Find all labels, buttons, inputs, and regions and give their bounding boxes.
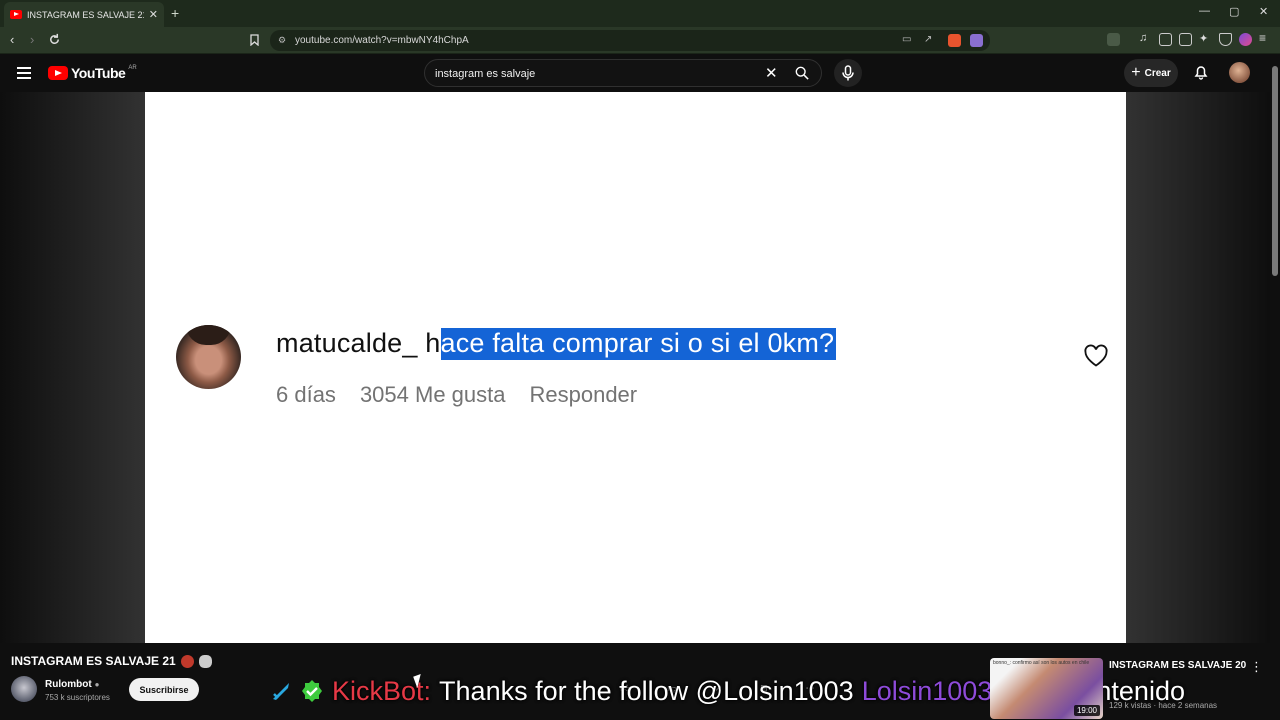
vpn-shield-icon[interactable] (1219, 33, 1232, 46)
address-bar-row: ‹ › ⚙ youtube.com/watch?v=mbwNY4hChpA ▭ … (0, 27, 1280, 54)
reading-list-icon[interactable] (1159, 33, 1172, 46)
menu-icon[interactable]: ≡ (1259, 31, 1272, 45)
bookmark-icon[interactable] (250, 34, 259, 46)
video-frame[interactable]: matucalde_ hace falta comprar si o si el… (145, 92, 1126, 643)
wallet-icon[interactable] (1179, 33, 1192, 46)
comment-meta: 6 días 3054 Me gusta Responder (276, 382, 637, 408)
page-scrollbar[interactable] (1270, 54, 1280, 720)
angry-face-emoji-icon (180, 654, 194, 668)
sidebar-toggle-icon[interactable] (1107, 33, 1120, 46)
youtube-favicon-icon (10, 10, 22, 19)
brave-rewards-icon[interactable] (970, 34, 983, 47)
verified-check-badge-icon (302, 680, 322, 702)
browser-tabstrip: INSTAGRAM ES SALVAJE 21 ✕ + — ▢ ✕ (0, 0, 1280, 27)
thumbnail-caption: bonno_: confirmo así son los autos en ch… (993, 660, 1090, 666)
channel-name[interactable]: Rulombot (45, 679, 92, 690)
search-box[interactable]: instagram es salvaje ✕ (424, 59, 822, 87)
plus-icon: + (1131, 64, 1141, 81)
channel-avatar[interactable] (11, 676, 37, 702)
cast-icon[interactable]: ▭ (902, 34, 911, 45)
video-duration: 19:00 (1073, 705, 1100, 716)
share-icon[interactable]: ↗ (924, 34, 932, 45)
voice-search-button[interactable] (834, 59, 862, 87)
minimize-button[interactable]: — (1199, 5, 1210, 17)
cloud-emoji-icon (198, 654, 212, 668)
back-icon[interactable]: ‹ (10, 32, 14, 47)
guide-menu-icon[interactable] (17, 67, 31, 79)
commenter-avatar (176, 325, 241, 389)
youtube-header: YouTube AR instagram es salvaje ✕ + Crea… (0, 54, 1280, 92)
browser-tab[interactable]: INSTAGRAM ES SALVAJE 21 ✕ (4, 2, 164, 27)
comment-text-unselected: h (425, 328, 441, 358)
youtube-play-icon (48, 66, 68, 80)
maximize-button[interactable]: ▢ (1229, 5, 1239, 18)
leo-ai-icon[interactable]: ✦ (1199, 32, 1212, 45)
recommended-thumbnail[interactable]: bonno_: confirmo así son los autos en ch… (990, 658, 1103, 719)
brave-shields-icon[interactable] (948, 34, 961, 47)
recommended-title[interactable]: INSTAGRAM ES SALVAJE 20 (1109, 660, 1246, 671)
video-title: INSTAGRAM ES SALVAJE 21 (11, 654, 176, 668)
new-tab-button[interactable]: + (171, 5, 179, 21)
follow-message: Thanks for the follow @Lolsin1003 (439, 675, 854, 706)
chat-username: Lolsin1003 (861, 675, 993, 706)
heart-icon (1084, 344, 1108, 367)
create-button[interactable]: + Crear (1124, 59, 1178, 87)
region-code: AR (128, 65, 137, 71)
forward-icon[interactable]: › (30, 32, 34, 47)
search-icon[interactable] (795, 66, 809, 80)
reload-icon[interactable] (48, 33, 61, 46)
youtube-logo[interactable]: YouTube AR (48, 65, 137, 81)
comment-text-selected: ace falta comprar si o si el 0km? (440, 328, 837, 360)
microphone-icon (842, 65, 854, 81)
scrollbar-thumb[interactable] (1272, 66, 1278, 276)
create-label: Crear (1144, 67, 1171, 79)
recommended-meta: 129 k vistas · hace 2 semanas (1109, 701, 1218, 710)
comment-line: matucalde_ hace falta comprar si o si el… (276, 328, 837, 360)
subscribe-button[interactable]: Suscribirse (129, 678, 199, 701)
account-avatar[interactable] (1229, 62, 1250, 83)
tab-title: INSTAGRAM ES SALVAJE 21 (27, 9, 144, 20)
site-settings-icon[interactable]: ⚙ (278, 35, 286, 46)
url-field[interactable]: ⚙ youtube.com/watch?v=mbwNY4hChpA ▭ ↗ (270, 30, 990, 51)
comment-time: 6 días (276, 382, 336, 407)
url-text: youtube.com/watch?v=mbwNY4hChpA (295, 35, 469, 46)
close-window-button[interactable]: ✕ (1259, 5, 1268, 18)
music-icon[interactable]: ♫ (1139, 32, 1152, 45)
channel-name-row[interactable]: Rulombot ● (45, 679, 100, 690)
logo-wordmark: YouTube (71, 65, 126, 81)
video-title-row: INSTAGRAM ES SALVAJE 21 (11, 654, 212, 668)
notifications-bell-icon[interactable] (1193, 64, 1209, 80)
comment-reply: Responder (529, 382, 638, 407)
more-options-icon[interactable]: ⋮ (1250, 659, 1263, 675)
video-info-bar: INSTAGRAM ES SALVAJE 21 Rulombot ● 753 k… (0, 643, 1270, 720)
search-input[interactable]: instagram es salvaje (435, 68, 535, 80)
clear-search-icon[interactable]: ✕ (765, 64, 778, 82)
comment-username: matucalde_ (276, 328, 418, 358)
tab-close-icon[interactable]: ✕ (149, 8, 158, 21)
subscriber-count: 753 k suscriptores (45, 693, 110, 702)
player-letterbox-left (0, 92, 145, 643)
verified-badge-icon: ● (94, 680, 100, 689)
player-letterbox-right (1126, 92, 1270, 643)
sword-icon (273, 683, 289, 700)
video-player[interactable]: matucalde_ hace falta comprar si o si el… (0, 92, 1270, 643)
comment-likes: 3054 Me gusta (359, 382, 506, 407)
profile-extension-icon[interactable] (1239, 33, 1252, 46)
